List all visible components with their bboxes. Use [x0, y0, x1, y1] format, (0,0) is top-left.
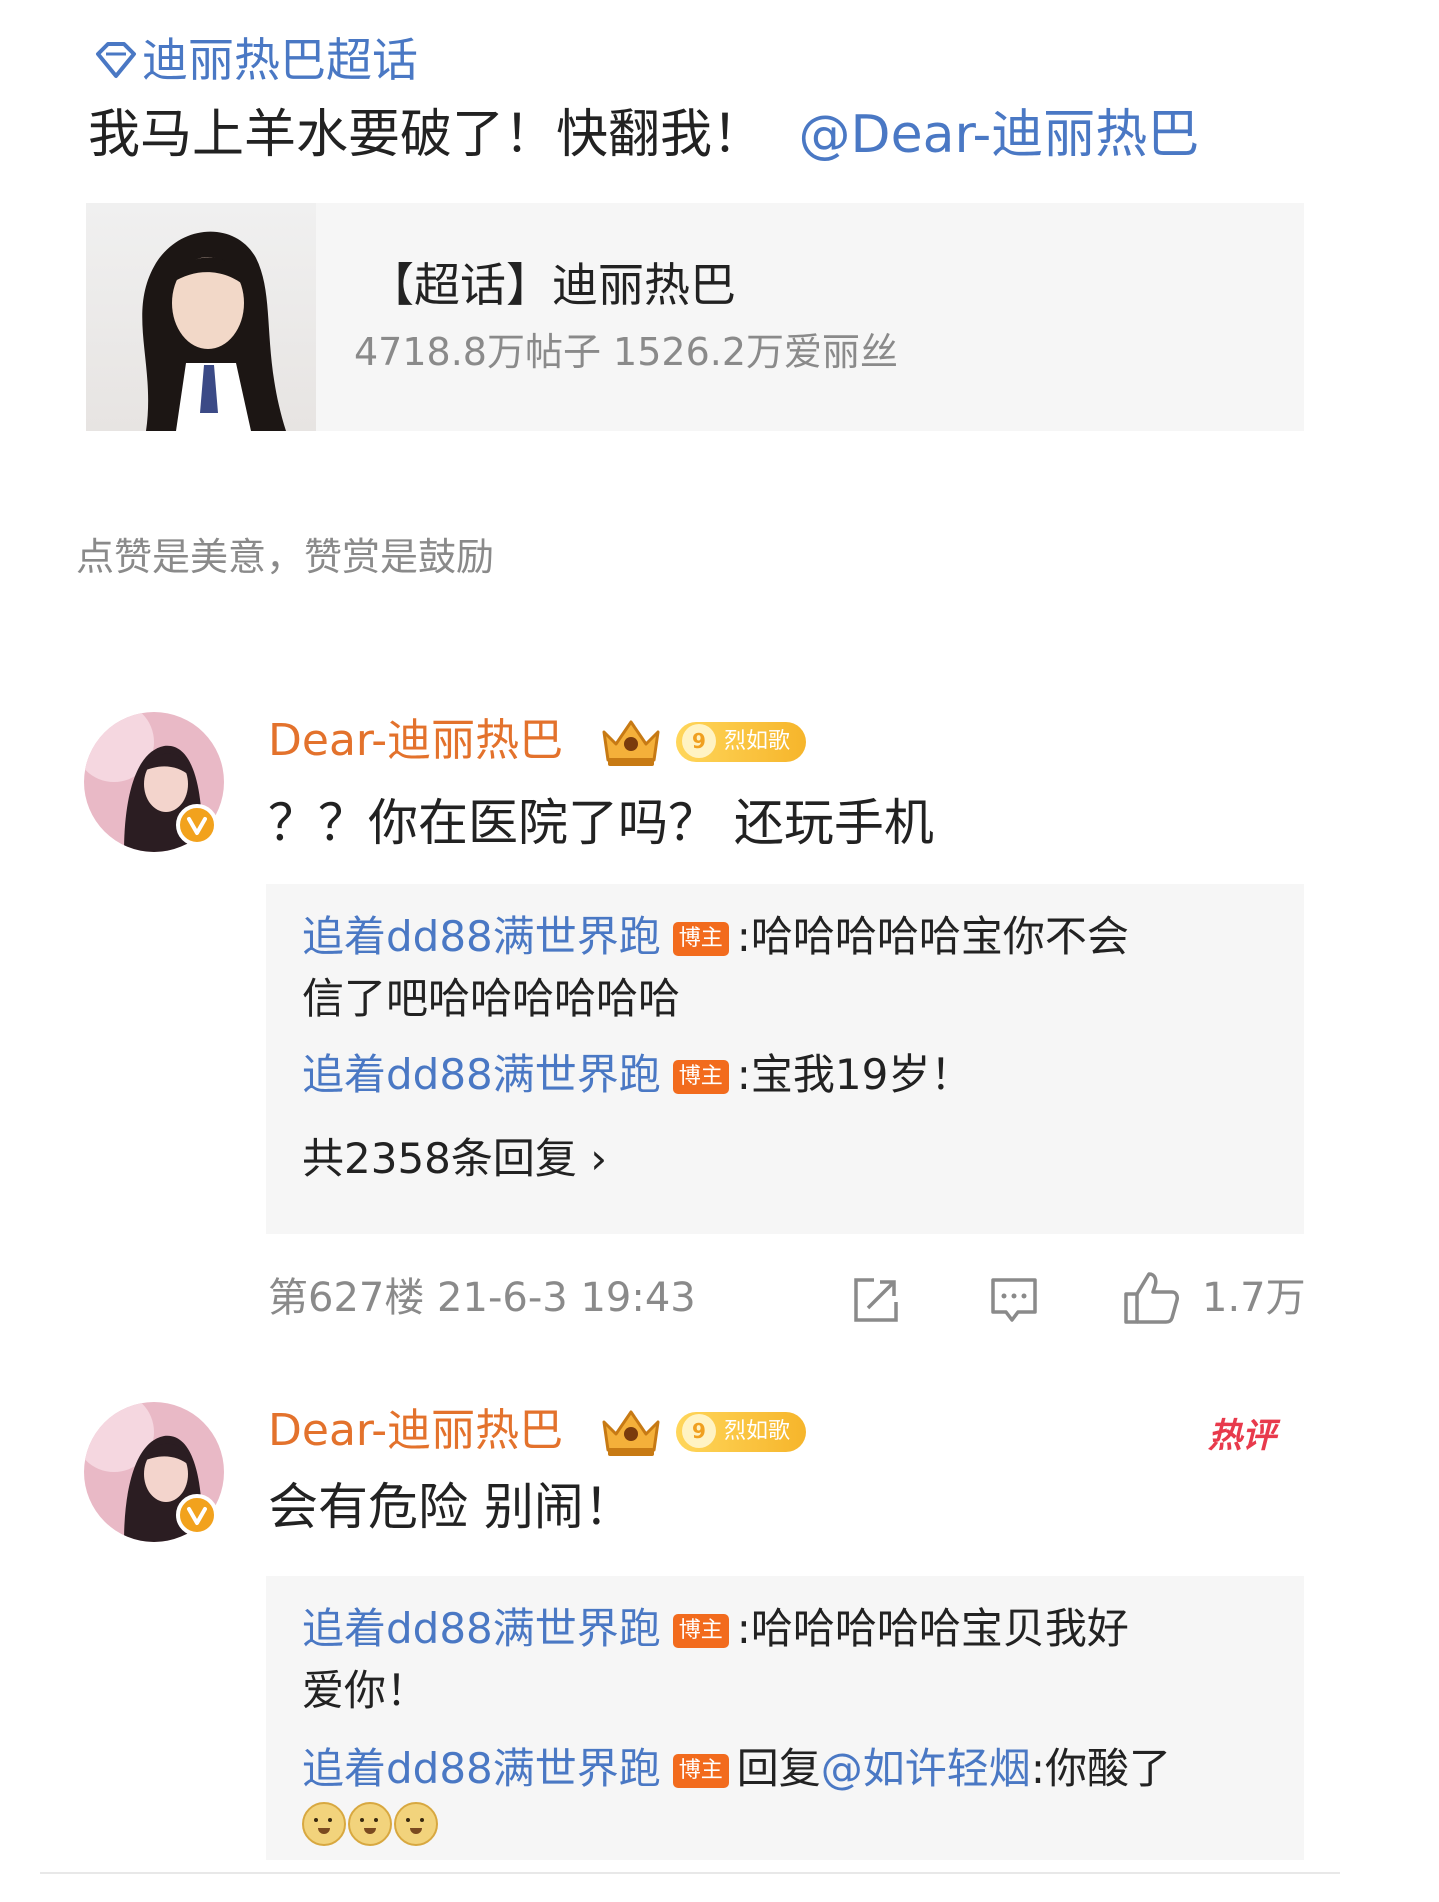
share-icon[interactable]: [850, 1274, 902, 1326]
reply-username[interactable]: 追着dd88满世界跑: [302, 1604, 661, 1653]
verified-v-icon: [176, 1494, 218, 1536]
verified-v-icon: [176, 804, 218, 846]
reply-prefix: 回复: [736, 1744, 821, 1793]
reply-text: :哈哈哈哈哈宝贝我好: [736, 1604, 1129, 1653]
reply-text: :宝我19岁！: [736, 1050, 973, 1099]
comment-icon[interactable]: [988, 1274, 1040, 1326]
blogger-tag: 博主: [672, 1754, 729, 1788]
reply-text: :你酸了: [1030, 1744, 1171, 1793]
fan-level-badge: 9 烈如歌: [676, 722, 807, 762]
reply-item: 追着dd88满世界跑 博主:哈哈哈哈哈宝你不会: [302, 906, 1129, 968]
topic-card[interactable]: 【超话】迪丽热巴 4718.8万帖子 1526.2万爱丽丝: [86, 203, 1304, 431]
commenter-name[interactable]: Dear-迪丽热巴: [268, 712, 563, 770]
crown-badge-icon: [602, 1410, 660, 1456]
blogger-tag: 博主: [672, 1614, 729, 1648]
reply-item: 追着dd88满世界跑 博主:宝我19岁！: [302, 1044, 972, 1106]
topic-stats: 4718.8万帖子 1526.2万爱丽丝: [354, 330, 899, 374]
supertopic-diamond-icon: [96, 42, 136, 78]
crown-badge-icon: [602, 720, 660, 766]
topic-thumbnail: [86, 203, 316, 431]
blogger-tag: 博主: [672, 1060, 729, 1094]
encourage-text: 点赞是美意，赞赏是鼓励: [76, 535, 495, 579]
floor-and-timestamp: 第627楼 21-6-3 19:43: [268, 1275, 696, 1321]
blogger-tag: 博主: [672, 922, 729, 956]
reply-box: 追着dd88满世界跑 博主:哈哈哈哈哈宝贝我好 爱你！ 追着dd88满世界跑 博主回…: [266, 1576, 1304, 1860]
post-mention-link[interactable]: @Dear-迪丽热巴: [799, 105, 1200, 165]
reply-box: 追着dd88满世界跑 博主:哈哈哈哈哈宝你不会 信了吧哈哈哈哈哈哈 追着dd88满…: [266, 884, 1304, 1234]
like-thumb-icon[interactable]: [1122, 1270, 1180, 1326]
topic-tag-link[interactable]: 迪丽热巴超话: [92, 30, 418, 90]
reply-item: 追着dd88满世界跑 博主:哈哈哈哈哈宝贝我好: [302, 1598, 1129, 1660]
doge-emoji-icon: [348, 1802, 392, 1846]
fan-level-number: 9: [682, 1414, 716, 1448]
reply-mention-link[interactable]: @如许轻烟: [821, 1744, 1031, 1793]
reply-text-continued: 信了吧哈哈哈哈哈哈: [302, 974, 681, 1023]
comment-text: 会有危险 别闹！: [268, 1478, 634, 1536]
reply-username[interactable]: 追着dd88满世界跑: [302, 1050, 661, 1099]
post-text: 我马上羊水要破了！快翻我！ @Dear-迪丽热巴: [88, 102, 1199, 168]
doge-emoji-icon: [302, 1802, 346, 1846]
reply-item: 追着dd88满世界跑 博主 回复@如许轻烟:你酸了: [302, 1738, 1171, 1800]
fan-level-number: 9: [682, 724, 716, 758]
doge-emoji-icon: [394, 1802, 438, 1846]
reply-text: :哈哈哈哈哈宝你不会: [736, 912, 1129, 961]
topic-tag-label: 迪丽热巴超话: [142, 33, 418, 87]
fan-level-label: 烈如歌: [724, 729, 791, 754]
fan-level-label: 烈如歌: [724, 1419, 791, 1444]
reply-username[interactable]: 追着dd88满世界跑: [302, 912, 661, 961]
post-body: 我马上羊水要破了！快翻我！: [88, 105, 765, 165]
fan-level-badge: 9 烈如歌: [676, 1412, 807, 1452]
like-count: 1.7万: [1202, 1275, 1306, 1321]
hot-comment-badge: 热评: [1208, 1416, 1276, 1456]
comment-item: Dear-迪丽热巴 9 烈如歌 会有危险 别闹！ 追着dd88满世界跑 博主:哈哈…: [0, 1390, 1439, 1860]
emoji-row: [302, 1802, 440, 1846]
comment-item: Dear-迪丽热巴 9 烈如歌 ？？你在医院了吗？ 还玩手机 追着dd88满世界…: [0, 700, 1439, 1340]
view-all-replies-link[interactable]: 共2358条回复 ›: [302, 1128, 607, 1190]
reply-text-continued: 爱你！: [302, 1666, 429, 1715]
reply-username[interactable]: 追着dd88满世界跑: [302, 1744, 661, 1793]
divider: [40, 1872, 1340, 1874]
topic-title: 【超话】迪丽热巴: [368, 258, 736, 312]
comment-text: ？？你在医院了吗？ 还玩手机: [268, 794, 934, 852]
commenter-name[interactable]: Dear-迪丽热巴: [268, 1402, 563, 1460]
